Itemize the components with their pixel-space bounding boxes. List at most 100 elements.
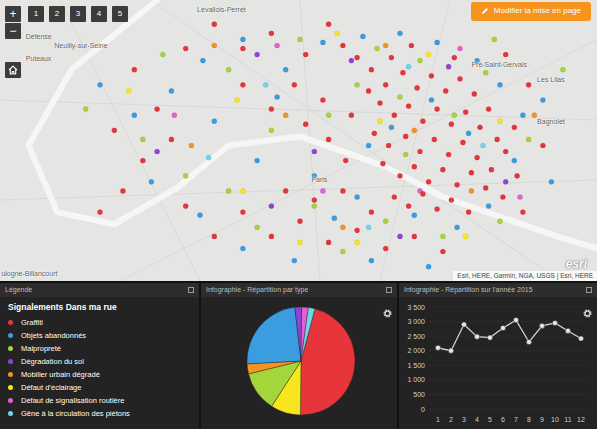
incident-dot <box>326 113 331 118</box>
zoom-in-button[interactable]: + <box>5 6 21 22</box>
incident-dot <box>412 164 417 169</box>
incident-dot <box>183 173 188 178</box>
incident-dot <box>320 97 325 102</box>
bookmark-button[interactable]: 4 <box>91 6 107 22</box>
legend-dot <box>8 320 13 325</box>
incident-dot <box>449 122 454 127</box>
grid-line <box>429 394 587 395</box>
place-label: ulogne-Billancourt <box>1 270 57 277</box>
incident-dot <box>160 52 165 57</box>
incident-dot <box>540 143 545 148</box>
edit-layout-button[interactable]: Modifier la mise en page <box>471 2 591 21</box>
grid-line <box>429 335 587 336</box>
incident-dot <box>497 119 502 124</box>
bookmark-button[interactable]: 5 <box>112 6 128 22</box>
incident-dot <box>360 34 365 39</box>
line-chart-panel: Infographie - Répartition sur l'année 20… <box>399 283 597 429</box>
bookmark-button[interactable]: 2 <box>49 6 65 22</box>
data-point <box>526 339 531 344</box>
incident-dot <box>397 234 402 239</box>
incident-dot <box>297 37 302 42</box>
incident-dot <box>197 213 202 218</box>
incident-dot <box>275 94 280 99</box>
incident-dot <box>340 188 345 193</box>
incident-dot <box>483 185 488 190</box>
x-tick-label: 9 <box>540 416 544 423</box>
legend-dot <box>8 333 13 338</box>
incident-dot <box>269 234 274 239</box>
map[interactable]: Levallois-PerretNeuilly-sur-SeineDéfense… <box>0 0 597 281</box>
bookmark-button[interactable]: 1 <box>28 6 44 22</box>
incident-dot <box>515 173 520 178</box>
x-tick-label: 4 <box>475 416 479 423</box>
panel-title: Infographie - Répartition sur l'année 20… <box>404 286 533 294</box>
dashboard: Levallois-PerretNeuilly-sur-SeineDéfense… <box>0 0 597 429</box>
incident-dot <box>455 225 460 230</box>
incident-dot <box>97 82 102 87</box>
incident-dot <box>340 249 345 254</box>
incident-dot <box>212 43 217 48</box>
street <box>150 0 560 281</box>
data-point <box>500 325 505 330</box>
incident-dot <box>480 143 485 148</box>
incident-dot <box>366 143 371 148</box>
data-point <box>565 328 570 333</box>
x-tick-label: 12 <box>577 416 585 423</box>
incident-dot <box>97 210 102 215</box>
incident-dot <box>420 191 425 196</box>
settings-button[interactable] <box>383 301 392 310</box>
maximize-icon[interactable] <box>188 287 194 293</box>
incident-dot <box>477 125 482 130</box>
legend-dot <box>8 411 13 416</box>
home-shape <box>9 66 17 74</box>
x-tick-label: 2 <box>449 416 453 423</box>
incident-dot <box>526 82 531 87</box>
legend-heading: Signalements Dans ma rue <box>8 302 191 312</box>
panel-header: Infographie - Répartition sur l'année 20… <box>399 283 597 297</box>
home-button[interactable] <box>5 62 21 78</box>
legend-label: Gêne à la circulation des piétons <box>21 409 130 418</box>
incident-dot <box>303 122 308 127</box>
incident-dot <box>283 67 288 72</box>
panel-title: Légende <box>5 286 32 294</box>
incident-dot <box>312 197 317 202</box>
incident-dot <box>432 137 437 142</box>
incident-dot <box>497 82 502 87</box>
legend-dot <box>8 359 13 364</box>
incident-dot <box>526 137 531 142</box>
grid-line <box>429 321 587 322</box>
settings-button[interactable] <box>583 301 592 310</box>
gear-icon <box>583 309 592 318</box>
incident-dot <box>349 113 354 118</box>
gear-ring <box>585 311 590 316</box>
place-label: Paris <box>311 176 327 183</box>
legend-item: Gêne à la circulation des piétons <box>8 407 191 420</box>
legend-label: Objets abandonnés <box>21 331 86 340</box>
incident-dot <box>240 46 245 51</box>
incident-dot <box>383 43 388 48</box>
incident-dot <box>269 31 274 36</box>
x-tick-label: 11 <box>564 416 571 423</box>
zoom-out-button[interactable]: − <box>5 23 21 39</box>
maximize-icon[interactable] <box>386 287 392 293</box>
incident-dot <box>269 107 274 112</box>
incident-dot <box>83 107 88 112</box>
gear-teeth <box>384 310 390 316</box>
incident-dot <box>355 194 360 199</box>
legend-item: Objets abandonnés <box>8 329 191 342</box>
panel-title: Infographie - Répartition par type <box>206 286 308 294</box>
incident-dot <box>255 225 260 230</box>
incident-dot <box>409 43 414 48</box>
y-tick-label: 500 <box>413 391 425 398</box>
zoom-controls: +− <box>5 6 21 39</box>
incident-dot <box>520 113 525 118</box>
incident-dot <box>446 152 451 157</box>
seine-river <box>29 0 597 249</box>
bookmark-button[interactable]: 3 <box>70 6 86 22</box>
legend-item: Graffiti <box>8 316 191 329</box>
incident-dot <box>412 128 417 133</box>
incident-dot <box>449 197 454 202</box>
incident-dot <box>540 97 545 102</box>
maximize-icon[interactable] <box>586 287 592 293</box>
edit-layout-label: Modifier la mise en page <box>494 7 581 16</box>
